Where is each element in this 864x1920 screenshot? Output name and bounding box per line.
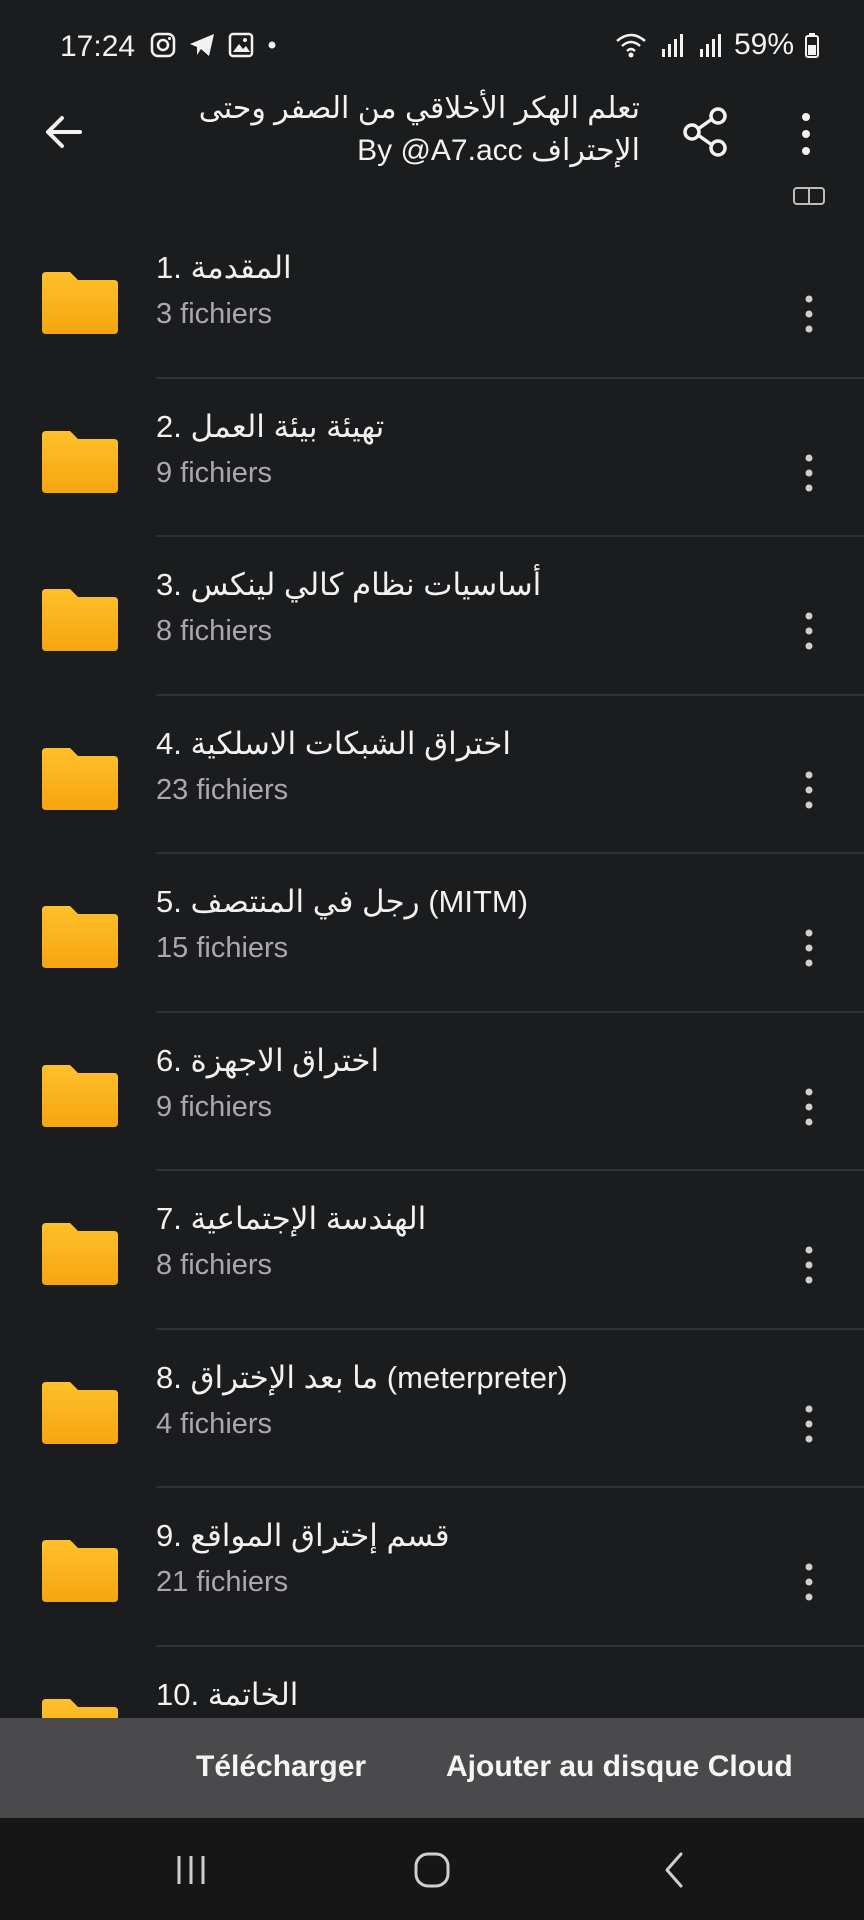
folder-icon	[42, 1064, 118, 1127]
folder-file-count: 8 fichiers	[156, 1249, 273, 1281]
folder-icon	[42, 430, 118, 493]
folder-file-count: 9 fichiers	[156, 456, 273, 489]
more-options-icon[interactable]	[792, 1085, 826, 1129]
folder-row[interactable]: 7. الهندسة الإجتماعية 8 fichiers	[0, 1171, 864, 1330]
instagram-icon	[150, 32, 176, 58]
more-options-icon[interactable]	[786, 108, 826, 160]
folder-icon	[42, 1381, 118, 1444]
status-bar: 17:24 59%	[0, 0, 864, 96]
more-options-icon[interactable]	[792, 1243, 826, 1287]
title-line-1: تعلم الهكر الأخلاقي من الصفر وحتى	[198, 92, 640, 125]
home-icon[interactable]	[407, 1848, 457, 1892]
wifi-icon	[616, 33, 646, 58]
folder-name: 4. اختراق الشبكات الاسلكية	[156, 725, 512, 761]
battery-icon	[805, 33, 819, 58]
title-line-2: الإحتراف By @A7.acc	[357, 134, 640, 167]
battery-percent: 59%	[733, 28, 794, 61]
folder-file-count: 21 fichiers	[156, 1566, 289, 1598]
folder-list: 1. المقدمة 3 fichiers 2. تهيئة بيئة العمل 9…	[0, 220, 864, 1805]
navigation-bar	[0, 1818, 864, 1920]
more-options-icon[interactable]	[792, 926, 826, 970]
folder-row[interactable]: 6. اختراق الاجهزة 9 fichiers	[0, 1013, 864, 1171]
share-icon[interactable]	[678, 104, 734, 160]
back-arrow-icon[interactable]	[36, 104, 92, 160]
folder-name: 8. ما بعد الإختراق (meterpreter)	[156, 1359, 568, 1395]
folder-icon	[42, 272, 118, 334]
folder-file-count: 9 fichiers	[156, 1090, 273, 1123]
folder-name: 7. الهندسة الإجتماعية	[156, 1201, 427, 1236]
folder-icon	[42, 589, 118, 651]
signal-icon	[661, 34, 683, 57]
folder-row[interactable]: 3. أساسيات نظام كالي لينكس 8 fichiers	[0, 537, 864, 696]
folder-row[interactable]: 1. المقدمة 3 fichiers	[0, 220, 864, 379]
back-nav-icon[interactable]	[650, 1848, 700, 1892]
folder-icon	[42, 1540, 118, 1602]
more-options-icon[interactable]	[792, 1560, 826, 1604]
folder-row[interactable]: 9. قسم إختراق المواقع 21 fichiers	[0, 1488, 864, 1647]
more-options-icon[interactable]	[792, 1402, 826, 1446]
folder-file-count: 8 fichiers	[156, 615, 273, 647]
signal-icon	[699, 34, 721, 57]
folder-row[interactable]: 5. رجل في المنتصف (MITM) 15 fichiers	[0, 854, 864, 1013]
folder-file-count: 15 fichiers	[156, 932, 289, 964]
folder-row[interactable]: 8. ما بعد الإختراق (meterpreter) 4 fichie…	[0, 1330, 864, 1488]
status-time: 17:24	[60, 30, 136, 63]
folder-icon	[42, 747, 118, 810]
folder-file-count: 3 fichiers	[156, 298, 273, 330]
folder-name: 2. تهيئة بيئة العمل	[156, 408, 385, 444]
folder-name: 6. اختراق الاجهزة	[156, 1042, 380, 1078]
action-bar: Télécharger Ajouter au disque Cloud	[0, 1718, 864, 1818]
folder-name: 5. رجل في المنتصف (MITM)	[156, 884, 529, 919]
folder-icon	[42, 1223, 118, 1285]
folder-name: 9. قسم إختراق المواقع	[156, 1518, 450, 1553]
page-title: تعلم الهكر الأخلاقي من الصفر وحتى الإحتر…	[150, 88, 640, 172]
folder-file-count: 23 fichiers	[156, 773, 289, 806]
gallery-icon	[228, 32, 254, 58]
add-to-cloud-button[interactable]: Ajouter au disque Cloud	[446, 1750, 793, 1784]
folder-file-count: 4 fichiers	[156, 1407, 273, 1440]
view-mode-icon[interactable]	[792, 186, 826, 206]
more-options-icon[interactable]	[792, 609, 826, 653]
more-options-icon[interactable]	[792, 292, 826, 336]
folder-name: 3. أساسيات نظام كالي لينكس	[156, 567, 542, 602]
dot-icon	[268, 41, 276, 49]
more-options-icon[interactable]	[792, 451, 826, 495]
download-button[interactable]: Télécharger	[196, 1750, 366, 1784]
recent-apps-icon[interactable]	[166, 1848, 216, 1892]
folder-icon	[42, 906, 118, 968]
folder-row[interactable]: 4. اختراق الشبكات الاسلكية 23 fichiers	[0, 696, 864, 854]
folder-row[interactable]: 2. تهيئة بيئة العمل 9 fichiers	[0, 379, 864, 537]
folder-name: 1. المقدمة	[156, 250, 292, 285]
folder-name: 10. الخاتمة	[156, 1676, 299, 1712]
telegram-icon	[190, 34, 214, 56]
more-options-icon[interactable]	[792, 768, 826, 812]
